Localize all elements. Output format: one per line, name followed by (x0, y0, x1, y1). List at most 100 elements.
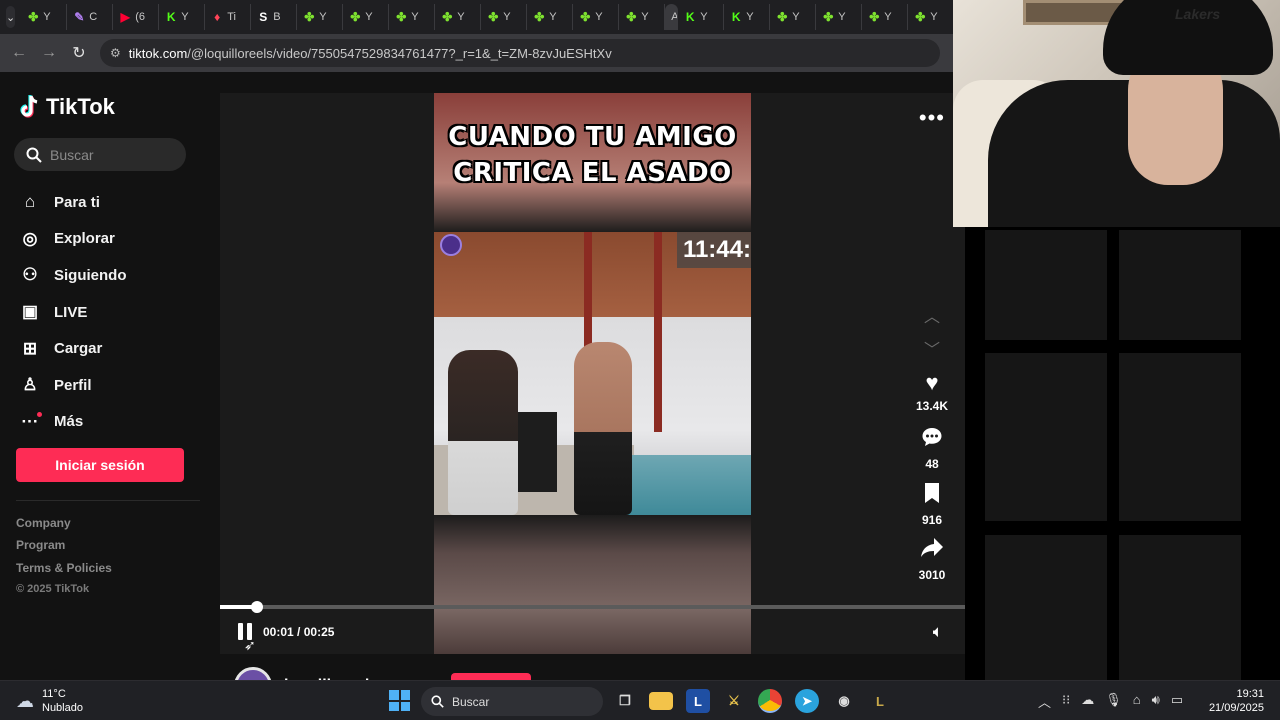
sidebar-item-profile[interactable]: ♙ Perfil (20, 367, 127, 404)
channel-badge-icon (440, 234, 462, 256)
browser-tab[interactable]: ✤ Y (435, 4, 482, 30)
windows-start-icon[interactable] (389, 690, 410, 711)
footer-link-company[interactable]: Company (16, 516, 112, 538)
browser-tab[interactable]: ✤ Y (908, 4, 955, 30)
like-action[interactable]: ♥ 13.4K (909, 371, 955, 414)
onedrive-icon[interactable]: ☁ (1081, 692, 1094, 711)
browser-tab[interactable]: SB (251, 4, 298, 30)
share-action[interactable]: 3010 (909, 537, 955, 582)
league-app-icon[interactable]: ⚔ (722, 689, 746, 713)
browser-tab[interactable]: ✤ Y (816, 4, 863, 30)
copyright: © 2025 TikTok (16, 582, 90, 595)
tiktok-logo[interactable]: TikTok (20, 94, 115, 120)
video-progress-bar[interactable] (220, 601, 965, 613)
like-count: 13.4K (915, 399, 949, 413)
green-clover-icon: ✤ (350, 10, 361, 24)
more-options-icon[interactable]: ••• (919, 105, 945, 131)
browser-tab[interactable]: ✤ Y (297, 4, 344, 30)
site-settings-icon[interactable]: ⚙ (110, 46, 121, 60)
green-clover-icon: ✤ (488, 10, 499, 24)
person-standing (574, 342, 632, 515)
sidebar-item-label: Explorar (54, 230, 115, 248)
browser-tab[interactable]: ✎ C (67, 4, 114, 30)
taskbar-clock[interactable]: 19:31 21/09/2025 (1209, 687, 1264, 715)
browser-tab[interactable]: ✤ Y (21, 4, 68, 30)
browser-tab-label: Y (746, 11, 754, 23)
comment-icon (909, 426, 955, 453)
taskbar: ☁ 11°C Nublado Buscar ❐ L ⚔ ➤ ◉ L ︿ ⁝⁝ ☁… (0, 680, 1280, 720)
footer-link-terms[interactable]: Terms & Policies (16, 561, 112, 583)
green-clover-icon: ✤ (869, 10, 880, 24)
network-icon[interactable]: ⌂ (1133, 692, 1141, 711)
browser-tab[interactable]: ✤ Y (770, 4, 817, 30)
comment-action[interactable]: 48 (909, 426, 955, 471)
tinder-icon: ♦ (214, 10, 221, 24)
previous-video-chevron-icon[interactable]: ︿ (909, 303, 955, 327)
browser-tab[interactable]: ✤ Y (573, 4, 620, 30)
share-count: 3010 (918, 568, 946, 582)
task-view-icon[interactable]: ❐ (613, 689, 637, 713)
volume-icon[interactable]: 🔈︎ (933, 622, 943, 642)
taskbar-search[interactable]: Buscar (421, 687, 603, 716)
browser-tab[interactable]: KY (678, 4, 725, 30)
obs-icon[interactable]: ◉ (832, 689, 856, 713)
video-frame[interactable]: CUANDO TU AMIGO CRITICA EL ASADO 11:44: (434, 93, 751, 654)
tiktok-logo-icon (20, 95, 38, 118)
progress-handle[interactable] (251, 601, 264, 613)
reload-icon[interactable]: ↻ (64, 43, 94, 63)
sidebar-item-upload[interactable]: ⊞ Cargar (20, 330, 127, 367)
apps-grid-icon[interactable]: ⁝⁝ (1062, 692, 1070, 711)
sidebar-item-more[interactable]: ··· Más (20, 404, 127, 441)
cap-logo-icon: Lakers (1175, 6, 1221, 22)
chrome-icon[interactable] (758, 689, 782, 713)
search-icon (431, 695, 444, 708)
microphone-icon[interactable]: 🎙︎ (1105, 692, 1122, 711)
file-explorer-icon[interactable] (649, 692, 673, 710)
login-button[interactable]: Iniciar sesión (16, 448, 184, 482)
league-client-icon[interactable]: L (868, 689, 892, 713)
grid-tile (1119, 230, 1241, 340)
browser-tab[interactable]: ✤ Y (343, 4, 390, 30)
telegram-icon[interactable]: ➤ (795, 689, 819, 713)
mouse-cursor-icon: ➶ (244, 637, 256, 653)
url-input[interactable]: ⚙ tiktok.com /@loquilloreels/video/75505… (100, 39, 940, 67)
browser-tab-label: Y (457, 11, 465, 23)
feather-icon: ✎ (74, 10, 85, 24)
brand-name: TikTok (46, 94, 115, 119)
save-action[interactable]: 916 (909, 482, 955, 527)
next-video-chevron-icon[interactable]: ﹀ (909, 336, 955, 360)
sidebar-item-live[interactable]: ▣ LIVE (20, 294, 127, 331)
green-clover-icon: ✤ (823, 10, 834, 24)
browser-tab-label: Y (411, 11, 419, 23)
tab-search-chevron-icon[interactable]: ⌄ (6, 6, 16, 28)
browser-tab-label: Y (700, 11, 708, 23)
sidebar-item-label: Para ti (54, 193, 100, 211)
profile-icon: ♙ (22, 375, 38, 395)
browser-tab[interactable]: KY (724, 4, 771, 30)
sidebar-item-following[interactable]: ⚇ Siguiendo (20, 257, 126, 294)
sidebar-item-home[interactable]: ⌂ Para ti (20, 184, 127, 221)
forward-arrow-icon[interactable]: → (34, 44, 64, 62)
browser-tab[interactable]: ♦ Ti (205, 4, 252, 30)
browser-tab[interactable]: ✤ Y (619, 4, 666, 30)
search-input[interactable]: Buscar (14, 138, 186, 171)
tab-active[interactable]: A ✕ (665, 4, 679, 30)
sidebar-item-compass[interactable]: ◎ Explorar (20, 221, 127, 258)
l-app-icon[interactable]: L (686, 689, 710, 713)
browser-tab[interactable]: ✤ Y (389, 4, 436, 30)
browser-tab[interactable]: ✤ Y (527, 4, 574, 30)
active-tab-label: A (671, 11, 679, 23)
video-player[interactable]: CUANDO TU AMIGO CRITICA EL ASADO 11:44: … (220, 93, 965, 654)
browser-tab[interactable]: KY (159, 4, 206, 30)
footer-link-program[interactable]: Program (16, 538, 112, 560)
browser-tab[interactable]: ✤ Y (862, 4, 909, 30)
back-arrow-icon[interactable]: ← (4, 44, 34, 62)
battery-icon[interactable]: ▭ (1171, 692, 1183, 711)
speaker-icon[interactable]: 🔊︎ (1152, 692, 1160, 711)
tray-chevron-icon[interactable]: ︿ (1038, 692, 1051, 711)
browser-tab[interactable]: ✤ Y (481, 4, 528, 30)
browser-tab-label: Y (884, 11, 892, 23)
browser-tab[interactable]: ▶ (6 (113, 4, 160, 30)
bookmark-icon (909, 482, 955, 509)
weather-widget[interactable]: ☁ 11°C Nublado (16, 687, 83, 715)
